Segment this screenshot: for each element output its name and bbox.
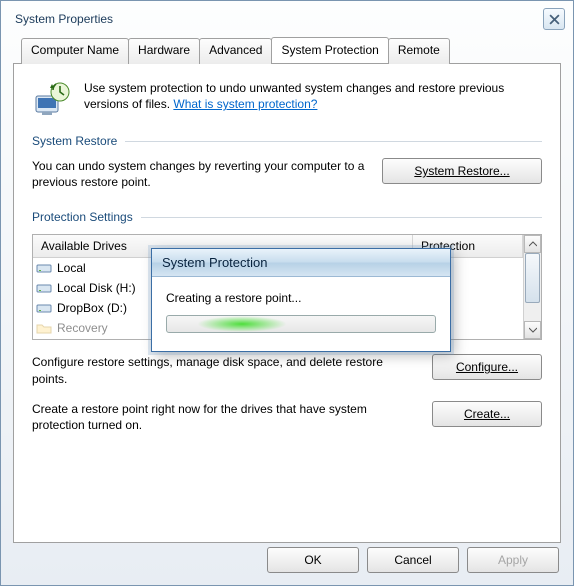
drive-icon [33, 282, 55, 294]
system-protection-icon [32, 80, 72, 120]
scroll-track[interactable] [524, 253, 541, 321]
close-button[interactable] [543, 8, 565, 30]
what-is-system-protection-link[interactable]: What is system protection? [173, 97, 317, 111]
configure-desc: Configure restore settings, manage disk … [32, 354, 416, 386]
intro-text: Use system protection to undo unwanted s… [84, 80, 542, 120]
dialog-footer: OK Cancel Apply [267, 547, 559, 573]
close-icon [549, 14, 560, 25]
scroll-thumb[interactable] [525, 253, 540, 303]
drive-icon [33, 262, 55, 274]
titlebar: System Properties [1, 1, 573, 37]
system-properties-window: System Properties Computer Name Hardware… [0, 0, 574, 586]
system-restore-desc: You can undo system changes by reverting… [32, 158, 366, 190]
scroll-down-button[interactable] [524, 321, 541, 339]
configure-button[interactable]: Configure... [432, 354, 542, 380]
progress-indeterminate-glow [197, 316, 287, 332]
chevron-down-icon [529, 327, 537, 333]
section-system-restore: System Restore [32, 134, 542, 148]
configure-row: Configure restore settings, manage disk … [32, 354, 542, 386]
tab-hardware[interactable]: Hardware [128, 38, 200, 64]
tab-computer-name[interactable]: Computer Name [21, 38, 129, 64]
tab-advanced[interactable]: Advanced [199, 38, 272, 64]
chevron-up-icon [529, 241, 537, 247]
ok-button[interactable]: OK [267, 547, 359, 573]
system-restore-button[interactable]: System Restore... [382, 158, 542, 184]
scroll-up-button[interactable] [524, 235, 541, 253]
create-button[interactable]: Create... [432, 401, 542, 427]
folder-icon [33, 322, 55, 334]
create-row: Create a restore point right now for the… [32, 401, 542, 433]
progress-dialog-title: System Protection [152, 249, 450, 277]
progress-bar [166, 315, 436, 333]
progress-dialog: System Protection Creating a restore poi… [151, 248, 451, 352]
scrollbar[interactable] [523, 235, 541, 339]
create-desc: Create a restore point right now for the… [32, 401, 416, 433]
tabstrip: Computer Name Hardware Advanced System P… [1, 37, 573, 63]
section-protection-settings: Protection Settings [32, 210, 542, 224]
system-restore-row: You can undo system changes by reverting… [32, 158, 542, 190]
tab-system-protection[interactable]: System Protection [271, 37, 388, 63]
cancel-button[interactable]: Cancel [367, 547, 459, 573]
apply-button[interactable]: Apply [467, 547, 559, 573]
intro-row: Use system protection to undo unwanted s… [32, 80, 542, 120]
drive-icon [33, 302, 55, 314]
window-title: System Properties [15, 12, 543, 26]
progress-message: Creating a restore point... [166, 291, 436, 305]
tab-remote[interactable]: Remote [388, 38, 450, 64]
